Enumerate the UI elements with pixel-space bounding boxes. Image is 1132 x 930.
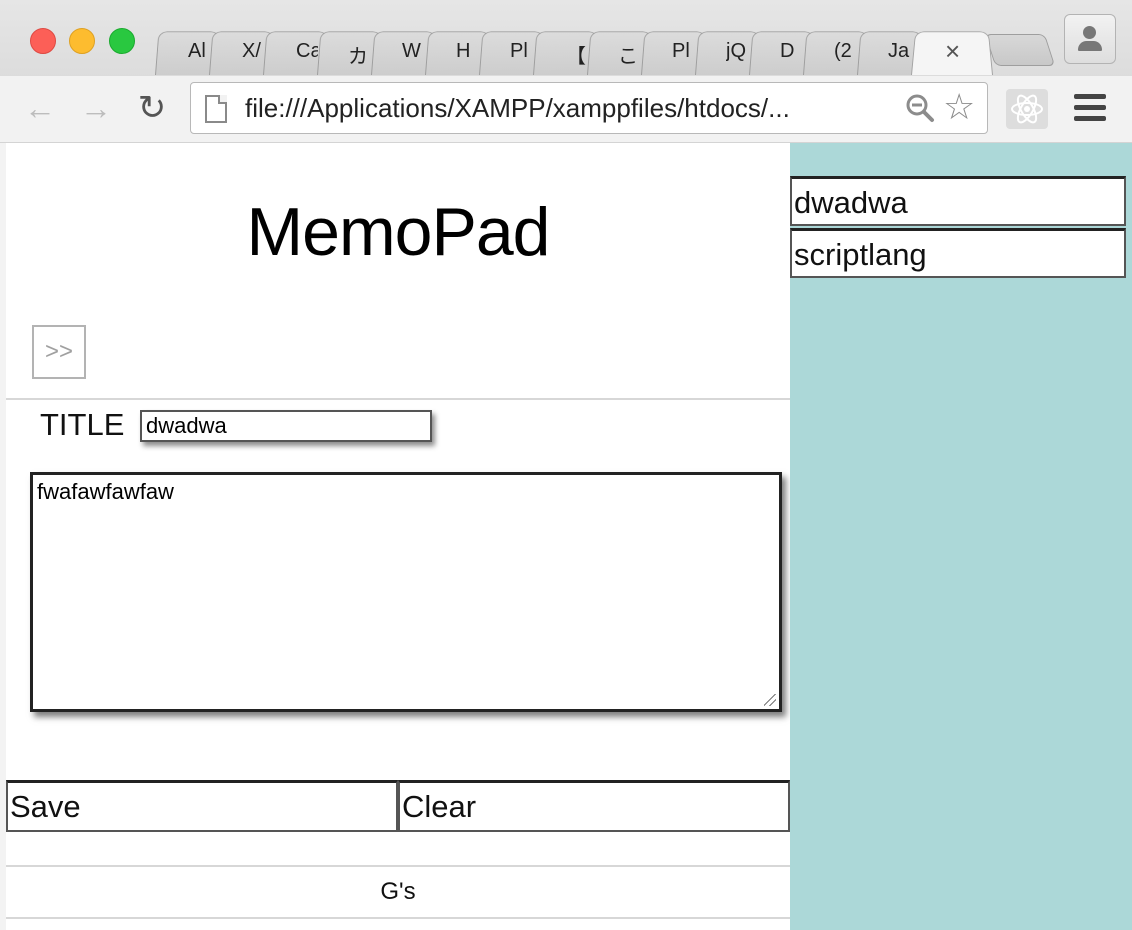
forward-arrow-icon[interactable]: → [76,88,116,128]
hamburger-menu-icon[interactable] [1074,94,1106,124]
tab-label: X/ [242,40,261,62]
page-viewport: MemoPad >> TITLE fwafawfawfaw Save Clear… [0,143,1132,930]
clear-button[interactable]: Clear [398,780,790,832]
tab-strip: Al X/ Ca カ W H Pl 【 こ Pl jQ D (2 Ja × [155,22,1065,76]
browser-chrome: Al X/ Ca カ W H Pl 【 こ Pl jQ D (2 Ja × ← … [0,0,1132,144]
new-tab-button[interactable] [984,34,1056,66]
tab-label: カ [348,46,368,68]
address-bar[interactable]: file:///Applications/XAMPP/xamppfiles/ht… [190,82,988,134]
tab-label: こ [618,46,638,68]
tab-label: jQ [726,40,746,62]
tab-close-icon[interactable]: × [945,36,960,67]
toggle-sidebar-button[interactable]: >> [32,325,86,379]
person-icon [1083,26,1096,39]
memo-list-item[interactable]: scriptlang [790,228,1126,278]
tab-label: Al [188,40,206,62]
memo-body-textarea[interactable]: fwafawfawfaw [30,472,782,712]
memo-list-sidebar: dwadwa scriptlang [790,143,1132,930]
footer: G's [6,865,790,919]
tab-label: H [456,40,471,62]
memo-editor: MemoPad >> TITLE fwafawfawfaw Save Clear… [6,143,790,930]
resize-handle-icon[interactable] [764,694,776,706]
tab-label: Ca [296,40,318,62]
memo-body-text: fwafawfawfaw [37,479,174,504]
zoom-out-icon[interactable] [905,93,935,123]
tab-label: Ja [888,40,910,62]
tab-label: Pl [510,40,528,62]
back-arrow-icon[interactable]: ← [20,88,60,128]
tab-label: D [780,40,795,62]
memo-list: dwadwa scriptlang [790,176,1126,280]
window-minimize-button[interactable] [69,28,95,54]
memo-list-item[interactable]: dwadwa [790,176,1126,226]
react-devtools-icon[interactable] [1006,89,1048,129]
url-text[interactable]: file:///Applications/XAMPP/xamppfiles/ht… [245,93,790,124]
title-input[interactable] [140,410,432,442]
page-title: MemoPad [246,194,551,270]
bookmark-star-icon[interactable]: ☆ [943,87,975,127]
tab-label: (2 [834,40,852,62]
browser-toolbar: ← → ↻ file:///Applications/XAMPP/xamppfi… [0,76,1132,142]
title-label: TITLE [40,407,125,442]
window-close-button[interactable] [30,28,56,54]
tab-label: Pl [672,40,690,62]
reload-icon[interactable]: ↻ [132,88,172,128]
profile-button[interactable] [1064,14,1116,64]
tab-label: 【 [566,46,586,68]
tab-label: W [402,40,421,62]
save-button[interactable]: Save [6,780,398,832]
divider [6,398,790,400]
window-zoom-button[interactable] [109,28,135,54]
page-icon [205,95,227,123]
